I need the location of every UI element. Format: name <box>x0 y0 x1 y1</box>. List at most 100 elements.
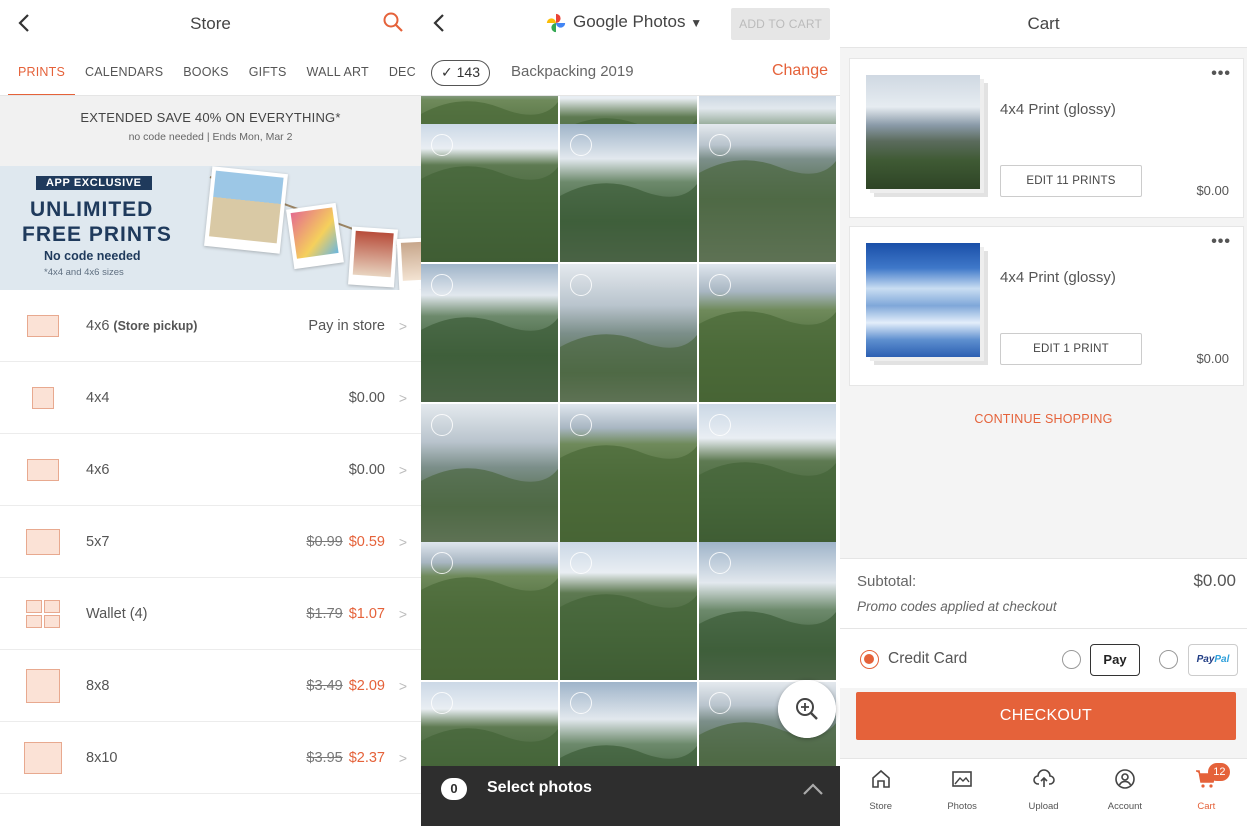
photo-picker-panel: Google Photos ▼ ADD TO CART ✓ 143 Backpa… <box>421 0 840 826</box>
photo-thumbnail[interactable] <box>699 404 836 542</box>
banner-subline: No code needed <box>44 249 141 263</box>
select-circle-icon[interactable] <box>709 274 731 296</box>
source-name: Google Photos <box>573 12 686 31</box>
photo-thumbnail[interactable] <box>421 542 558 680</box>
sale-price: $0.59 <box>348 533 385 550</box>
list-item[interactable]: 4x6 $0.00 > <box>0 434 421 506</box>
tab-wall-art[interactable]: WALL ART <box>297 48 379 95</box>
chevron-right-icon: > <box>398 462 407 478</box>
tab-prints[interactable]: PRINTS <box>8 48 76 95</box>
photo-count-badge[interactable]: ✓ 143 <box>431 60 490 86</box>
select-photos-label: Select photos <box>487 779 592 796</box>
back-icon[interactable] <box>429 12 451 34</box>
size-name: Wallet (4) <box>86 605 148 622</box>
paypal-label-b: Pal <box>1214 654 1230 665</box>
continue-shopping-link[interactable]: CONTINUE SHOPPING <box>840 412 1247 426</box>
page-title: Cart <box>840 0 1247 48</box>
tab-label: Photos <box>947 801 977 812</box>
edit-prints-button[interactable]: EDIT 11 PRINTS <box>1000 165 1142 197</box>
tab-upload[interactable]: Upload <box>1003 759 1084 826</box>
store-panel: Store PRINTS CALENDARS BOOKS GIFTS WALL … <box>0 0 421 826</box>
chevron-right-icon: > <box>398 750 407 766</box>
tab-store[interactable]: Store <box>840 759 921 826</box>
dropdown-arrow-icon: ▼ <box>690 16 703 30</box>
photo-thumbnail[interactable] <box>560 542 697 680</box>
select-circle-icon[interactable] <box>709 414 731 436</box>
page-title: Store <box>190 14 231 33</box>
photo-thumbnail[interactable] <box>421 264 558 402</box>
original-price: $0.99 <box>306 533 343 550</box>
select-circle-icon[interactable] <box>431 134 453 156</box>
promo-banner[interactable]: EXTENDED SAVE 40% ON EVERYTHING* no code… <box>0 96 421 166</box>
select-circle-icon[interactable] <box>431 552 453 574</box>
sale-price: $1.07 <box>348 605 385 622</box>
photo-thumbnail[interactable] <box>421 404 558 542</box>
source-selector[interactable]: Google Photos ▼ <box>573 12 702 32</box>
select-photos-bar[interactable]: 0 Select photos <box>421 766 840 826</box>
store-header: Store <box>0 0 421 48</box>
select-circle-icon[interactable] <box>570 134 592 156</box>
more-options-icon[interactable]: ••• <box>1211 233 1231 251</box>
list-item[interactable]: 4x6 (Store pickup) Pay in store > <box>0 290 421 362</box>
photo-thumbnail[interactable] <box>699 542 836 680</box>
photo-thumbnail[interactable] <box>699 124 836 262</box>
chevron-right-icon: > <box>398 390 407 406</box>
tab-books[interactable]: BOOKS <box>173 48 238 95</box>
select-circle-icon[interactable] <box>570 274 592 296</box>
back-icon[interactable] <box>14 12 36 34</box>
free-prints-banner[interactable]: APP EXCLUSIVE UNLIMITED FREE PRINTS No c… <box>0 166 421 290</box>
cart-item-thumbnail <box>866 243 988 365</box>
home-icon <box>871 769 890 788</box>
wallet-grid-icon <box>26 599 60 628</box>
tab-account[interactable]: Account <box>1084 759 1165 826</box>
credit-card-radio[interactable] <box>860 650 879 669</box>
tab-decor[interactable]: DEC <box>379 48 421 95</box>
photo-thumbnail[interactable] <box>421 682 558 766</box>
edit-prints-button[interactable]: EDIT 1 PRINT <box>1000 333 1142 365</box>
cart-item-title: 4x4 Print (glossy) <box>1000 101 1116 118</box>
photo-thumbnail[interactable] <box>699 264 836 402</box>
apple-pay-label: Pay <box>1103 652 1127 667</box>
list-item[interactable]: 5x7 $0.99 $0.59 > <box>0 506 421 578</box>
select-circle-icon[interactable] <box>431 414 453 436</box>
cart-item: 4x4 Print (glossy) EDIT 11 PRINTS $0.00 … <box>849 58 1244 218</box>
search-icon[interactable] <box>381 10 405 34</box>
tab-cart[interactable]: 12 Cart <box>1166 759 1247 826</box>
list-item[interactable]: 8x8 $3.49 $2.09 > <box>0 650 421 722</box>
select-circle-icon[interactable] <box>709 134 731 156</box>
subtotal-value: $0.00 <box>1193 571 1236 590</box>
photo-thumbnail[interactable] <box>421 124 558 262</box>
credit-card-label: Credit Card <box>888 650 968 667</box>
paypal-radio[interactable] <box>1159 650 1178 669</box>
photo-thumbnail[interactable] <box>560 124 697 262</box>
more-options-icon[interactable]: ••• <box>1211 65 1231 83</box>
chevron-right-icon: > <box>398 534 407 550</box>
sale-price: $2.37 <box>348 749 385 766</box>
list-item[interactable] <box>0 794 421 826</box>
select-circle-icon[interactable] <box>431 692 453 714</box>
photo-thumbnail[interactable] <box>560 682 697 766</box>
tab-photos[interactable]: Photos <box>921 759 1002 826</box>
checkout-button[interactable]: CHECKOUT <box>856 692 1236 740</box>
selected-count: 0 <box>441 778 467 800</box>
size-name: 4x6 <box>86 317 110 334</box>
select-circle-icon[interactable] <box>709 692 731 714</box>
list-item[interactable]: 8x10 $3.95 $2.37 > <box>0 722 421 794</box>
select-circle-icon[interactable] <box>570 552 592 574</box>
tab-gifts[interactable]: GIFTS <box>239 48 297 95</box>
list-item[interactable]: Wallet (4) $1.79 $1.07 > <box>0 578 421 650</box>
select-circle-icon[interactable] <box>570 414 592 436</box>
chevron-up-icon[interactable] <box>802 780 824 798</box>
apple-pay-radio[interactable] <box>1062 650 1081 669</box>
list-item[interactable]: 4x4 $0.00 > <box>0 362 421 434</box>
zoom-in-button[interactable] <box>778 680 836 738</box>
tab-calendars[interactable]: CALENDARS <box>75 48 173 95</box>
photo-thumbnail[interactable] <box>560 264 697 402</box>
select-circle-icon[interactable] <box>709 552 731 574</box>
photo-thumbnail[interactable] <box>560 404 697 542</box>
change-album-link[interactable]: Change <box>772 62 828 80</box>
select-circle-icon[interactable] <box>570 692 592 714</box>
tab-label: Cart <box>1197 801 1216 812</box>
select-circle-icon[interactable] <box>431 274 453 296</box>
add-to-cart-button[interactable]: ADD TO CART <box>731 8 830 40</box>
